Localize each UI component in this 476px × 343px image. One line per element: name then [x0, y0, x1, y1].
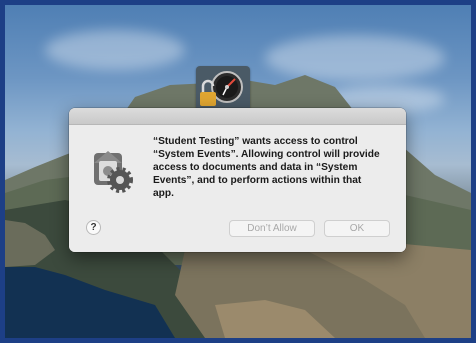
permission-dialog: “Student Testing” wants access to contro… — [69, 108, 406, 252]
ok-button[interactable]: OK — [324, 220, 390, 237]
lock-clock-icon — [200, 71, 243, 106]
dialog-titlebar — [69, 108, 406, 125]
automation-gear-icon — [94, 151, 133, 193]
dialog-body: “Student Testing” wants access to contro… — [69, 125, 406, 252]
dont-allow-button[interactable]: Don’t Allow — [229, 220, 315, 237]
app-icon-dock[interactable] — [196, 66, 250, 112]
dialog-message: “Student Testing” wants access to contro… — [153, 136, 380, 199]
help-button[interactable]: ? — [86, 220, 101, 235]
